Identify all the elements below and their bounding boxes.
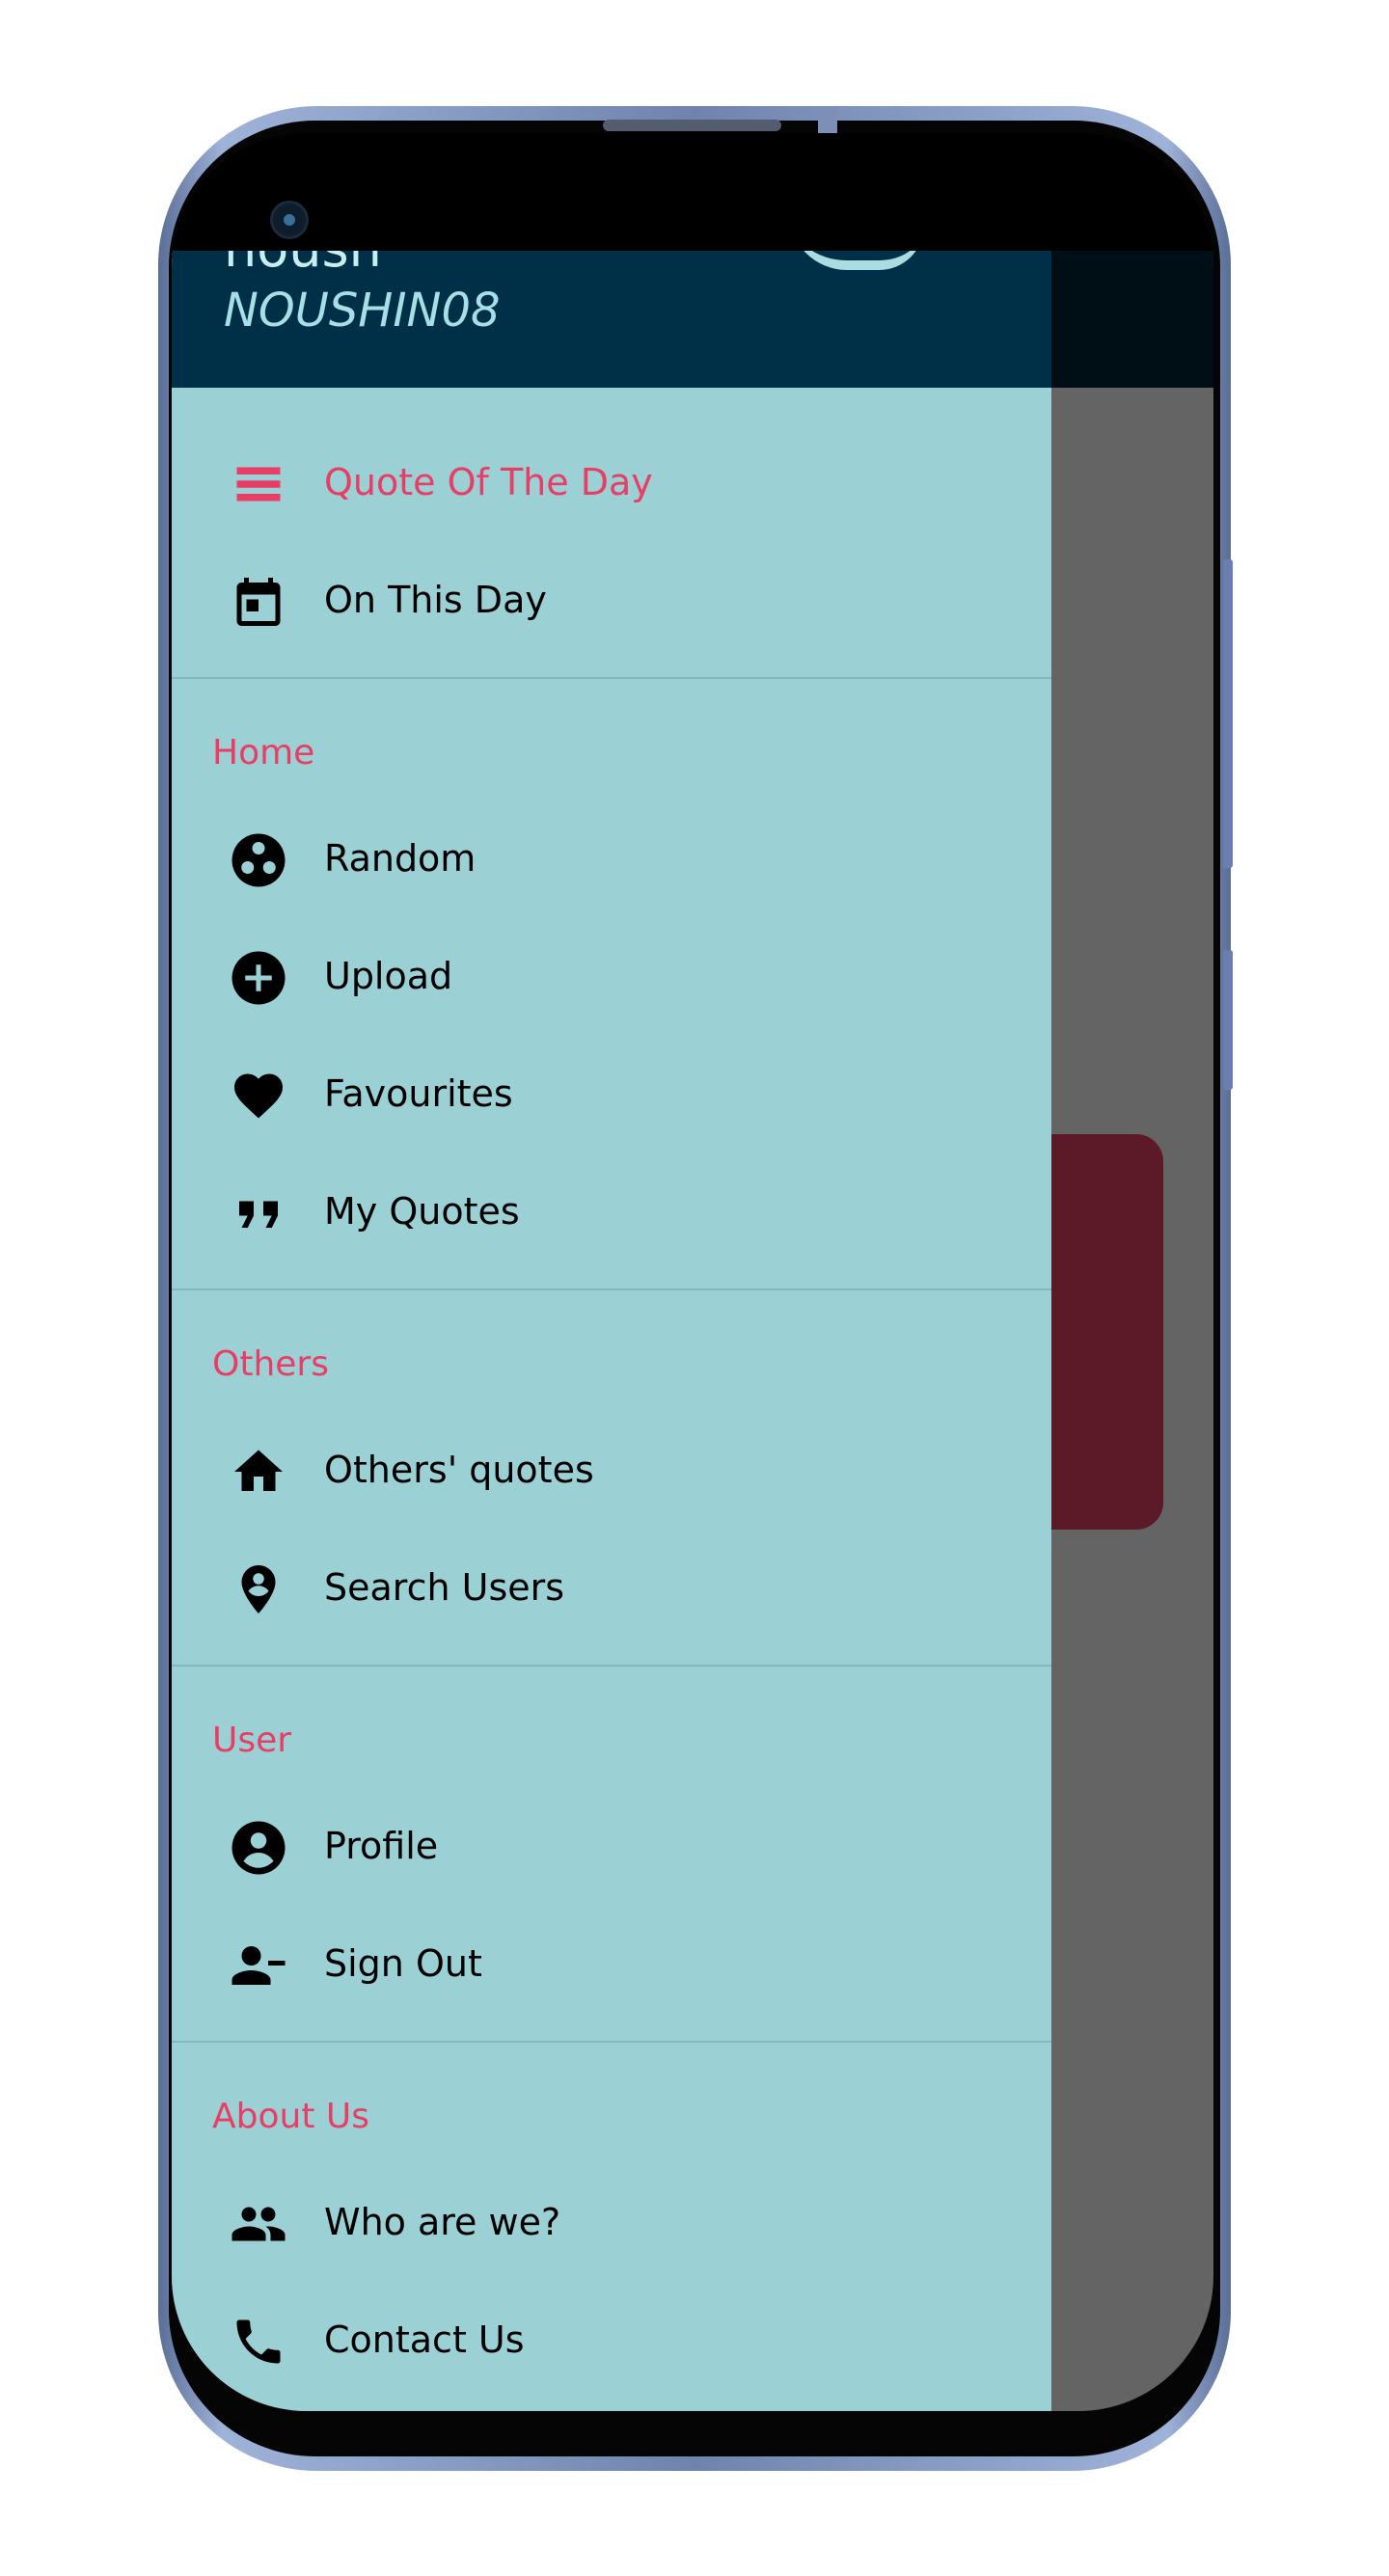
menu-item-label: Sign Out (324, 1942, 482, 1985)
heart-icon (230, 1067, 287, 1125)
drawer-header: noush NOUSHIN08 (172, 251, 1051, 388)
person-remove-icon (230, 1937, 287, 1994)
app-toolbar (1051, 251, 1213, 388)
menu-item-upload[interactable]: Upload (172, 920, 1051, 1036)
menu-item-on-this-day[interactable]: On This Day (172, 544, 1051, 660)
menu-item-search-users[interactable]: Search Users (172, 1532, 1051, 1647)
random-icon (230, 831, 287, 889)
menu-item-contact-us[interactable]: Contact Us (172, 2284, 1051, 2400)
menu-item-label: My Quotes (324, 1190, 520, 1233)
menu-item-quote-of-the-day[interactable]: Quote Of The Day (172, 426, 1051, 542)
navigation-drawer: noush NOUSHIN08 Quote Of The Day On This… (172, 251, 1051, 2411)
menu-item-others-quotes[interactable]: Others' quotes (172, 1414, 1051, 1530)
speaker-grille (603, 120, 781, 131)
menu-item-sign-out[interactable]: Sign Out (172, 1908, 1051, 2023)
menu-item-label: Contact Us (324, 2318, 525, 2361)
menu-item-favourites[interactable]: Favourites (172, 1038, 1051, 1153)
menu-item-label: Upload (324, 955, 453, 997)
divider (172, 1288, 1051, 1290)
camera-icon (270, 201, 309, 239)
calendar-icon (230, 573, 287, 631)
user-handle: NOUSHIN08 (224, 284, 501, 338)
menu-item-label: Search Users (324, 1566, 565, 1609)
list-icon (230, 455, 287, 513)
home-icon (230, 1443, 287, 1501)
phone-icon (230, 2313, 287, 2371)
menu-item-label: Who are we? (324, 2201, 561, 2243)
volume-button (1223, 559, 1233, 868)
account-circle-icon (230, 1819, 287, 1877)
menu-item-random[interactable]: Random (172, 802, 1051, 918)
divider (172, 677, 1051, 679)
quote-icon (230, 1184, 287, 1242)
device-screen: noush NOUSHIN08 Quote Of The Day On This… (172, 133, 1213, 2411)
menu-item-label: Favourites (324, 1072, 513, 1115)
menu-item-label: Random (324, 837, 477, 880)
section-title-about-us: About Us (212, 2097, 369, 2136)
divider (172, 2041, 1051, 2043)
people-icon (230, 2195, 287, 2253)
header-logo (789, 251, 924, 270)
add-circle-icon (230, 949, 287, 1007)
person-pin-icon (230, 1560, 287, 1618)
status-bar (172, 133, 1213, 251)
divider (172, 1665, 1051, 1667)
menu-item-my-quotes[interactable]: My Quotes (172, 1155, 1051, 1271)
menu-item-profile[interactable]: Profile (172, 1790, 1051, 1906)
menu-item-label: Others' quotes (324, 1449, 594, 1491)
menu-item-label: Profile (324, 1825, 439, 1867)
menu-item-label: Quote Of The Day (324, 461, 653, 503)
user-display-name: noush (224, 251, 382, 279)
antenna-band (818, 106, 837, 133)
section-title-user: User (212, 1721, 292, 1760)
power-button (1223, 950, 1233, 1090)
section-title-home: Home (212, 733, 315, 773)
menu-item-who-are-we[interactable]: Who are we? (172, 2166, 1051, 2282)
menu-item-label: On This Day (324, 579, 547, 621)
section-title-others: Others (212, 1344, 329, 1384)
